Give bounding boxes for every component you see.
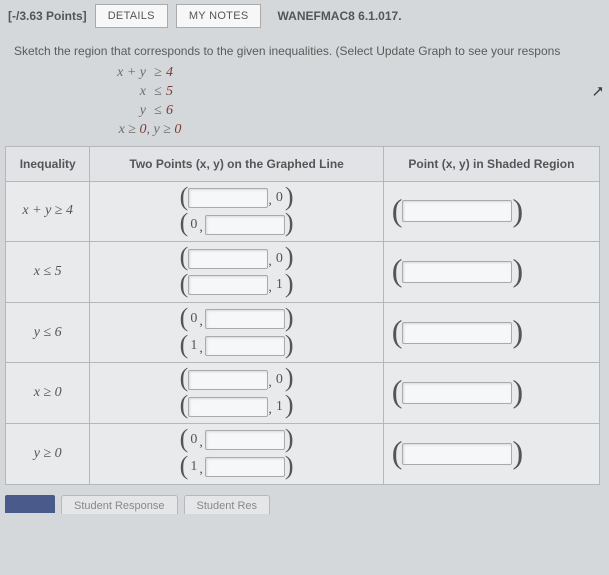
row-inequality: x + y ≥ 4 xyxy=(6,181,90,242)
fixed-value: 0 xyxy=(274,373,285,387)
fixed-value: 0 xyxy=(274,191,285,205)
answer-input[interactable] xyxy=(205,430,285,450)
col-shaded-point: Point (x, y) in Shaded Region xyxy=(383,146,599,181)
row-two-points: (,0) (0,) xyxy=(90,181,383,242)
row-region-point: () xyxy=(383,363,599,424)
row-region-point: () xyxy=(383,423,599,484)
region-ordered-pair: () xyxy=(392,199,591,225)
region-input[interactable] xyxy=(402,322,512,344)
table-row: y ≤ 6 (0,) (1,) () xyxy=(6,302,600,363)
answer-input[interactable] xyxy=(205,309,285,329)
ordered-pair: (0,) xyxy=(180,309,294,330)
row-inequality: x ≥ 0 xyxy=(6,363,90,424)
region-ordered-pair: () xyxy=(392,380,591,406)
row-two-points: (,0) (,1) xyxy=(90,363,383,424)
answer-table: Inequality Two Points (x, y) on the Grap… xyxy=(5,146,600,485)
fixed-value: 1 xyxy=(274,278,285,292)
row-region-point: () xyxy=(383,242,599,303)
sys-row2-rhs: 5 xyxy=(166,83,173,102)
row-two-points: (,0) (,1) xyxy=(90,242,383,303)
fixed-value: 0 xyxy=(188,218,199,232)
fixed-value: 1 xyxy=(274,400,285,414)
sys-row1-op: ≥ xyxy=(150,64,166,83)
row-inequality: x ≤ 5 xyxy=(6,242,90,303)
answer-input[interactable] xyxy=(205,215,285,235)
footer-tabs: Student Response Student Res xyxy=(5,495,604,514)
sys-row2-lhs: x xyxy=(100,83,150,102)
ordered-pair: (0,) xyxy=(180,214,294,235)
region-input[interactable] xyxy=(402,443,512,465)
table-row: y ≥ 0 (0,) (1,) () xyxy=(6,423,600,484)
sys-row2-op: ≤ xyxy=(150,83,166,102)
footer-tab-1[interactable]: Student Response xyxy=(61,495,178,514)
instruction-text: Sketch the region that corresponds to th… xyxy=(0,32,609,64)
region-input[interactable] xyxy=(402,382,512,404)
col-inequality: Inequality xyxy=(6,146,90,181)
row-region-point: () xyxy=(383,302,599,363)
table-row: x ≥ 0 (,0) (,1) () xyxy=(6,363,600,424)
table-row: x + y ≥ 4 (,0) (0,) () xyxy=(6,181,600,242)
answer-input[interactable] xyxy=(188,370,268,390)
ordered-pair: (,0) xyxy=(180,248,294,269)
fixed-value: 0 xyxy=(188,312,199,326)
ordered-pair: (,1) xyxy=(180,275,294,296)
answer-input[interactable] xyxy=(188,249,268,269)
ordered-pair: (,1) xyxy=(180,396,294,417)
sys-row3-lhs: y xyxy=(100,102,150,121)
fixed-value: 0 xyxy=(274,252,285,266)
question-code: WANEFMAC8 6.1.017. xyxy=(277,9,401,23)
row-inequality: y ≤ 6 xyxy=(6,302,90,363)
details-button[interactable]: DETAILS xyxy=(95,4,168,28)
answer-input[interactable] xyxy=(188,275,268,295)
points-label: [-/3.63 Points] xyxy=(8,9,87,23)
ordered-pair: (1,) xyxy=(180,336,294,357)
question-header: [-/3.63 Points] DETAILS MY NOTES WANEFMA… xyxy=(0,0,609,32)
fixed-value: 1 xyxy=(188,460,199,474)
row-inequality: y ≥ 0 xyxy=(6,423,90,484)
region-ordered-pair: () xyxy=(392,259,591,285)
answer-input[interactable] xyxy=(188,188,268,208)
col-two-points: Two Points (x, y) on the Graphed Line xyxy=(90,146,383,181)
row-two-points: (0,) (1,) xyxy=(90,302,383,363)
sys-row1-rhs: 4 xyxy=(166,64,173,83)
ordered-pair: (,0) xyxy=(180,369,294,390)
region-ordered-pair: () xyxy=(392,320,591,346)
answer-input[interactable] xyxy=(205,336,285,356)
footer-tab-2[interactable]: Student Res xyxy=(184,495,271,514)
row-two-points: (0,) (1,) xyxy=(90,423,383,484)
fixed-value: 0 xyxy=(188,433,199,447)
ordered-pair: (,0) xyxy=(180,188,294,209)
inequalities-system: x + y ≥ 4 x ≤ 5 y ≤ 6 x ≥ 0, y ≥ 0 xyxy=(100,64,609,146)
my-notes-button[interactable]: MY NOTES xyxy=(176,4,262,28)
footer-active-tab[interactable] xyxy=(5,495,55,513)
region-ordered-pair: () xyxy=(392,441,591,467)
answer-input[interactable] xyxy=(188,397,268,417)
sys-row3-rhs: 6 xyxy=(166,102,173,121)
row-region-point: () xyxy=(383,181,599,242)
region-input[interactable] xyxy=(402,200,512,222)
fixed-value: 1 xyxy=(188,339,199,353)
ordered-pair: (0,) xyxy=(180,430,294,451)
region-input[interactable] xyxy=(402,261,512,283)
answer-input[interactable] xyxy=(205,457,285,477)
sys-row1-lhs: x + y xyxy=(100,64,150,83)
ordered-pair: (1,) xyxy=(180,457,294,478)
sys-row4: x ≥ 0, y ≥ 0 xyxy=(119,122,182,137)
sys-row3-op: ≤ xyxy=(150,102,166,121)
table-row: x ≤ 5 (,0) (,1) () xyxy=(6,242,600,303)
